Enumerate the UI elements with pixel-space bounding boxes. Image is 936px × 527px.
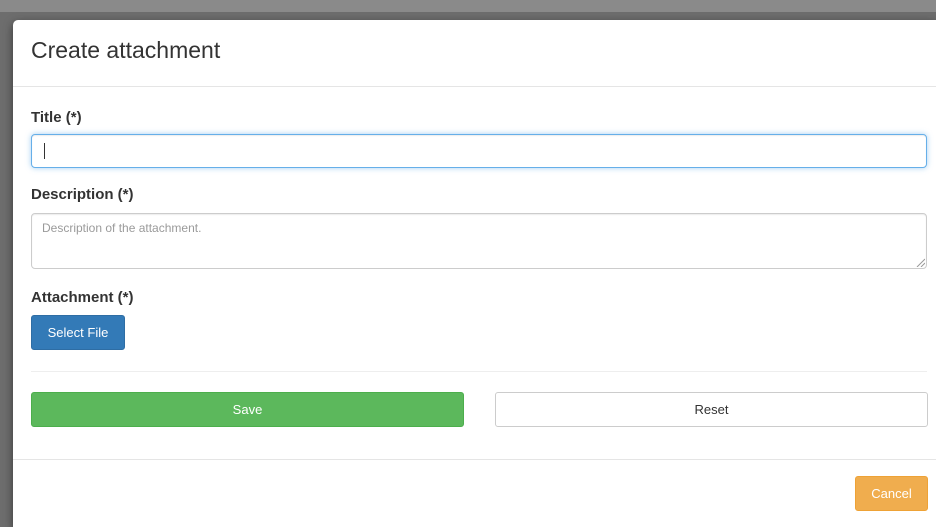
backdrop-page-strip [0,0,936,12]
resize-grip-icon[interactable] [916,258,925,267]
reset-button[interactable]: Reset [495,392,928,427]
create-attachment-modal: Create attachment Title (*) Description … [13,20,936,527]
modal-footer: Cancel [13,459,936,527]
description-label: Description (*) [31,186,134,203]
select-file-button[interactable]: Select File [31,315,125,350]
save-button[interactable]: Save [31,392,464,427]
modal-header: Create attachment [13,20,936,87]
title-label: Title (*) [31,109,82,126]
modal-body: Title (*) Description (*) Attachment (*)… [13,87,936,459]
text-caret [44,143,45,159]
form-divider [31,371,927,372]
attachment-label: Attachment (*) [31,289,134,306]
title-input[interactable] [31,134,927,168]
cancel-button[interactable]: Cancel [855,476,928,511]
modal-title: Create attachment [31,36,221,63]
description-textarea[interactable] [31,213,927,269]
